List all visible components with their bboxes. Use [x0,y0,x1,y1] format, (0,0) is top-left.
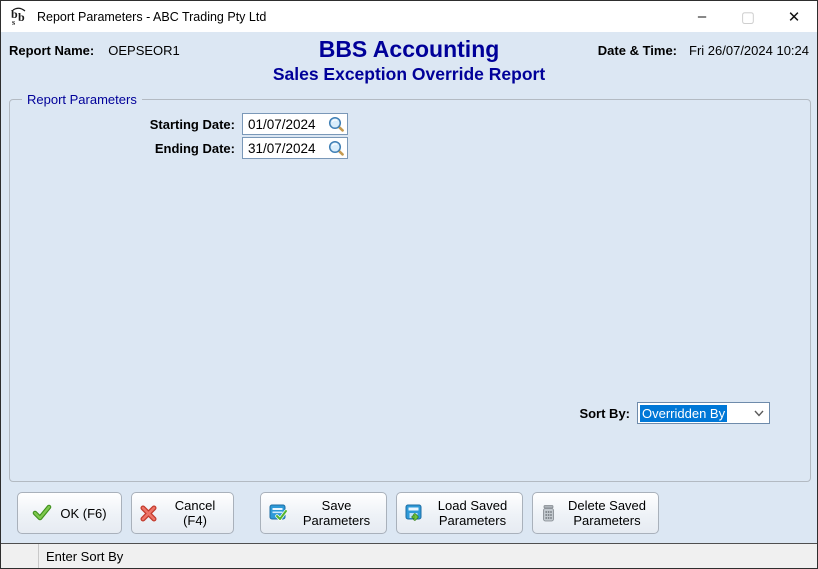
save-parameters-button[interactable]: Save Parameters [260,492,387,534]
sort-by-label: Sort By: [579,405,630,421]
minimize-icon[interactable]: – [679,1,725,32]
trash-icon [541,504,556,522]
starting-date-input[interactable] [243,114,323,134]
starting-date-row: Starting Date: [10,113,348,135]
cancel-button-label: Cancel (F4) [174,498,216,528]
status-bar: Enter Sort By [1,543,817,568]
close-icon[interactable]: ✕ [771,1,817,32]
window-controls: – ▢ ✕ [679,1,817,32]
status-bar-cell [1,544,39,568]
green-check-icon [32,504,52,522]
ending-date-row: Ending Date: [10,137,348,159]
load-disk-arrow-icon [405,504,423,522]
button-bar: OK (F6) Cancel (F4) Save Parameters Load… [1,487,817,539]
cancel-button[interactable]: Cancel (F4) [131,492,234,534]
delete-saved-parameters-button[interactable]: Delete Saved Parameters [532,492,659,534]
groupbox-label: Report Parameters [22,92,142,107]
sort-by-row: Sort By: Overridden By [10,402,770,424]
ending-date-magnifier-icon[interactable] [327,140,345,157]
ok-button[interactable]: OK (F6) [17,492,122,534]
datetime: Date & Time: Fri 26/07/2024 10:24 [598,43,809,58]
window-title: Report Parameters - ABC Trading Pty Ltd [37,9,267,24]
report-parameters-groupbox: Report Parameters Starting Date: Ending … [9,92,811,482]
delete-saved-parameters-label: Delete Saved Parameters [567,498,647,528]
bbs-logo-icon: b b s [10,7,29,26]
header: Report Name: OEPSEOR1 BBS Accounting Sale… [1,32,817,92]
page-title: Sales Exception Override Report [272,64,546,84]
ending-date-fieldbox [242,137,348,159]
datetime-value: Fri 26/07/2024 10:24 [689,43,809,58]
red-cross-icon [140,505,157,522]
maximize-icon: ▢ [740,8,756,26]
starting-date-fieldbox [242,113,348,135]
chevron-down-icon [753,407,765,419]
ending-date-input[interactable] [243,138,323,158]
svg-text:s: s [12,18,15,26]
report-parameters-window: b b s Report Parameters - ABC Trading Pt… [0,0,818,569]
save-disk-check-icon [269,504,287,522]
starting-date-label: Starting Date: [149,116,235,132]
datetime-label: Date & Time: [597,43,678,58]
ok-button-label: OK (F6) [60,505,107,521]
load-saved-parameters-button[interactable]: Load Saved Parameters [396,492,523,534]
status-message: Enter Sort By [46,548,124,564]
starting-date-magnifier-icon[interactable] [327,116,345,133]
ending-date-label: Ending Date: [154,140,235,156]
svg-text:b: b [18,10,25,24]
titlebar: b b s Report Parameters - ABC Trading Pt… [1,1,817,32]
sort-by-select[interactable]: Overridden By [637,402,770,424]
sort-by-selected-value: Overridden By [640,404,728,422]
load-saved-parameters-label: Load Saved Parameters [437,498,508,528]
save-parameters-label: Save Parameters [302,498,371,528]
